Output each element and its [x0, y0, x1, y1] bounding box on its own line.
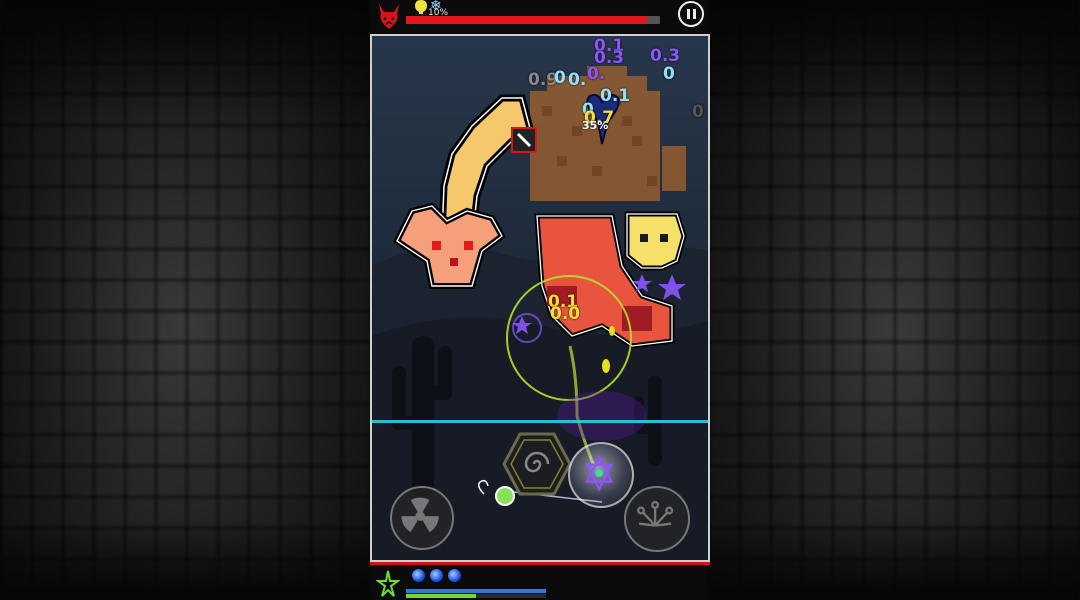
boss-health-bar [406, 16, 660, 24]
right-tiled-backdrop [708, 0, 1080, 600]
energy-orb [412, 569, 425, 582]
skill-spiral-button[interactable] [502, 432, 572, 496]
damage-number: 0. [568, 70, 587, 90]
damage-number: 0 [554, 68, 566, 88]
green-star-hero-icon [376, 570, 400, 597]
yellow-skull [624, 211, 687, 271]
sword-target-box [511, 127, 537, 153]
damage-number: 0.0 [550, 304, 581, 324]
energy-orb [430, 569, 443, 582]
boss-health-fill [406, 16, 648, 24]
experience-bar [406, 594, 546, 598]
skill-radiation-button[interactable] [390, 486, 454, 550]
boss-hit-percent: 35% [582, 119, 609, 132]
mana-bar [406, 589, 546, 593]
radiation-icon [401, 497, 439, 533]
left-tiled-backdrop [0, 0, 370, 600]
damage-number: 0.1 [600, 86, 631, 106]
defense-line [372, 420, 708, 423]
lightbulb-shield-icon [415, 0, 427, 14]
damage-number: 0 [692, 102, 704, 122]
spiral-hexagon-icon [502, 432, 572, 496]
energy-orb [448, 569, 461, 582]
burst-icon [637, 500, 674, 527]
pause-button[interactable] [678, 1, 704, 27]
damage-number: 0. [587, 64, 606, 84]
damage-number: 0.3 [650, 46, 681, 66]
play-field[interactable]: 0.1 0.3 0.3 0 0.9 0 0. 0. 0.1 0 0.7 0.1 0.0 0 35% [370, 34, 710, 562]
skill-burst-button[interactable] [624, 486, 690, 552]
damage-number: 0 [663, 64, 675, 84]
experience-fill [406, 594, 476, 598]
top-hud: ❄ 10% [370, 0, 710, 34]
star-orb-icon [585, 454, 614, 492]
bottom-hud [370, 565, 710, 600]
devil-head-icon [379, 4, 399, 29]
skill-star-orb-button[interactable] [568, 442, 634, 508]
